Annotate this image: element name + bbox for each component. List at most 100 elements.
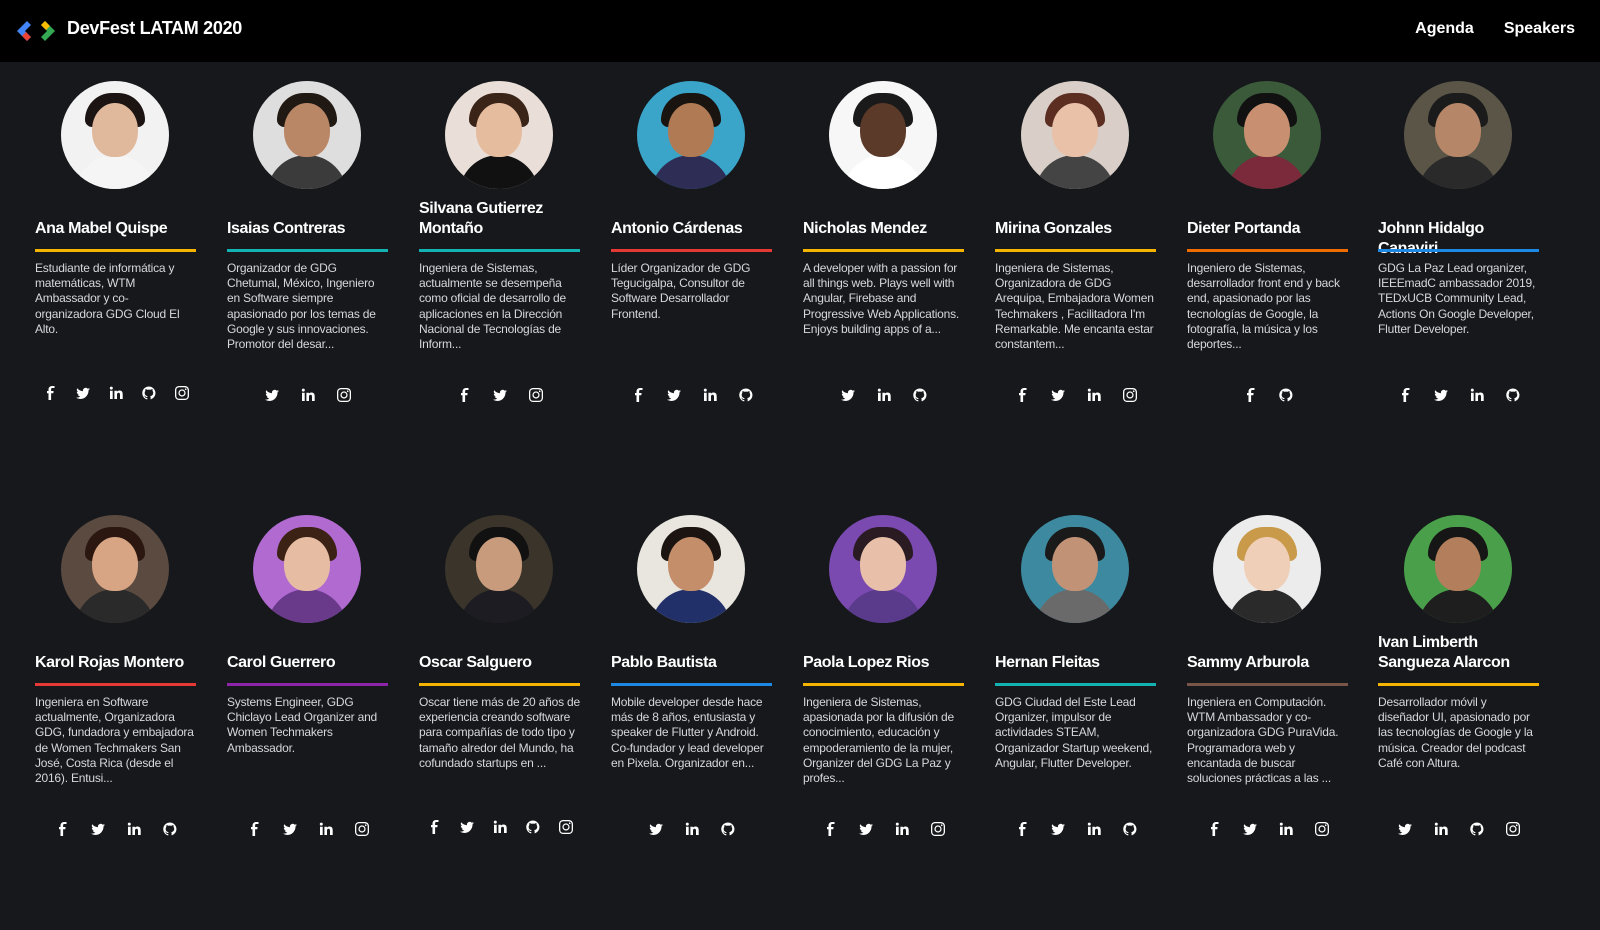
speaker-card[interactable]: Ivan Limberth Sangueza Alarcon Desarrolla… [1378,496,1539,930]
speaker-avatar[interactable] [61,81,169,189]
speaker-card[interactable]: Isaias Contreras Organizador de GDG Chetu… [227,62,388,496]
github-icon[interactable] [1469,821,1485,837]
facebook-icon[interactable] [426,819,442,835]
twitter-icon[interactable] [648,821,664,837]
instagram-icon[interactable] [1314,821,1330,837]
speaker-name[interactable]: Sammy Arburola [1187,653,1348,673]
speaker-avatar[interactable] [1021,81,1129,189]
linkedin-icon[interactable] [702,387,718,403]
speaker-card[interactable]: Oscar Salguero Oscar tiene más de 20 años… [419,496,580,930]
speaker-avatar[interactable] [637,81,745,189]
speaker-name[interactable]: Oscar Salguero [419,653,580,673]
speaker-card[interactable]: Sammy Arburola Ingeniera en Computación. … [1187,496,1348,930]
twitter-icon[interactable] [1433,387,1449,403]
speaker-avatar[interactable] [1021,515,1129,623]
twitter-icon[interactable] [1242,821,1258,837]
facebook-icon[interactable] [822,821,838,837]
speaker-card[interactable]: Pablo Bautista Mobile developer desde hac… [611,496,772,930]
twitter-icon[interactable] [858,821,874,837]
github-icon[interactable] [525,819,541,835]
twitter-icon[interactable] [666,387,682,403]
github-icon[interactable] [1278,387,1294,403]
app-title[interactable]: DevFest LATAM 2020 [67,18,242,39]
speaker-avatar[interactable] [445,81,553,189]
facebook-icon[interactable] [1014,821,1030,837]
speaker-card[interactable]: Nicholas Mendez A developer with a passio… [803,62,964,496]
speaker-name[interactable]: Nicholas Mendez [803,219,964,239]
speaker-avatar[interactable] [1404,515,1512,623]
twitter-icon[interactable] [840,387,856,403]
speaker-name[interactable]: Ana Mabel Quispe [35,219,196,239]
speaker-avatar[interactable] [1213,81,1321,189]
speaker-card[interactable]: Johnn Hidalgo CanaviriGDG La Paz Lead or… [1378,62,1539,496]
speaker-avatar[interactable] [1213,515,1321,623]
speaker-card[interactable]: Paola Lopez Rios Ingeniera de Sistemas, a… [803,496,964,930]
speaker-avatar[interactable] [1404,81,1512,189]
linkedin-icon[interactable] [1086,387,1102,403]
instagram-icon[interactable] [528,387,544,403]
facebook-icon[interactable] [1397,387,1413,403]
twitter-icon[interactable] [282,821,298,837]
facebook-icon[interactable] [456,387,472,403]
speaker-card[interactable]: Carol Guerrero Systems Engineer, GDG Chic… [227,496,388,930]
instagram-icon[interactable] [354,821,370,837]
github-icon[interactable] [141,385,157,401]
facebook-icon[interactable] [1014,387,1030,403]
speaker-name[interactable]: Silvana Gutierrez Montaño [419,199,580,239]
facebook-icon[interactable] [54,821,70,837]
github-icon[interactable] [1505,387,1521,403]
speaker-card[interactable]: Mirina Gonzales Ingeniera de Sistemas, Or… [995,62,1156,496]
twitter-icon[interactable] [90,821,106,837]
speaker-name[interactable]: Hernan Fleitas [995,653,1156,673]
speaker-name[interactable]: Pablo Bautista [611,653,772,673]
twitter-icon[interactable] [75,385,91,401]
github-icon[interactable] [162,821,178,837]
speaker-name[interactable]: Karol Rojas Montero [35,653,196,673]
speaker-card[interactable]: Antonio Cárdenas Líder Organizador de GDG… [611,62,772,496]
linkedin-icon[interactable] [300,387,316,403]
linkedin-icon[interactable] [318,821,334,837]
linkedin-icon[interactable] [1278,821,1294,837]
linkedin-icon[interactable] [894,821,910,837]
linkedin-icon[interactable] [1433,821,1449,837]
linkedin-icon[interactable] [126,821,142,837]
instagram-icon[interactable] [174,385,190,401]
speaker-name[interactable]: Johnn Hidalgo Canaviri [1378,219,1539,259]
facebook-icon[interactable] [42,385,58,401]
speaker-avatar[interactable] [253,81,361,189]
linkedin-icon[interactable] [876,387,892,403]
instagram-icon[interactable] [930,821,946,837]
twitter-icon[interactable] [492,387,508,403]
linkedin-icon[interactable] [1086,821,1102,837]
linkedin-icon[interactable] [684,821,700,837]
speaker-card[interactable]: Dieter Portanda Ingeniero de Sistemas, de… [1187,62,1348,496]
twitter-icon[interactable] [1050,387,1066,403]
twitter-icon[interactable] [1397,821,1413,837]
speaker-name[interactable]: Dieter Portanda [1187,219,1348,239]
github-icon[interactable] [738,387,754,403]
twitter-icon[interactable] [264,387,280,403]
instagram-icon[interactable] [558,819,574,835]
speaker-name[interactable]: Mirina Gonzales [995,219,1156,239]
facebook-icon[interactable] [1242,387,1258,403]
github-icon[interactable] [912,387,928,403]
speaker-name[interactable]: Antonio Cárdenas [611,219,772,239]
speaker-name[interactable]: Isaias Contreras [227,219,388,239]
linkedin-icon[interactable] [492,819,508,835]
speaker-avatar[interactable] [445,515,553,623]
instagram-icon[interactable] [1505,821,1521,837]
facebook-icon[interactable] [630,387,646,403]
instagram-icon[interactable] [336,387,352,403]
speaker-name[interactable]: Paola Lopez Rios [803,653,964,673]
speaker-card[interactable]: Ana Mabel Quispe Estudiante de informátic… [35,62,196,496]
speaker-card[interactable]: Karol Rojas Montero Ingeniera en Software… [35,496,196,930]
twitter-icon[interactable] [1050,821,1066,837]
speaker-name[interactable]: Carol Guerrero [227,653,388,673]
facebook-icon[interactable] [246,821,262,837]
instagram-icon[interactable] [1122,387,1138,403]
github-icon[interactable] [1122,821,1138,837]
github-icon[interactable] [720,821,736,837]
speaker-avatar[interactable] [61,515,169,623]
speaker-avatar[interactable] [829,81,937,189]
linkedin-icon[interactable] [1469,387,1485,403]
